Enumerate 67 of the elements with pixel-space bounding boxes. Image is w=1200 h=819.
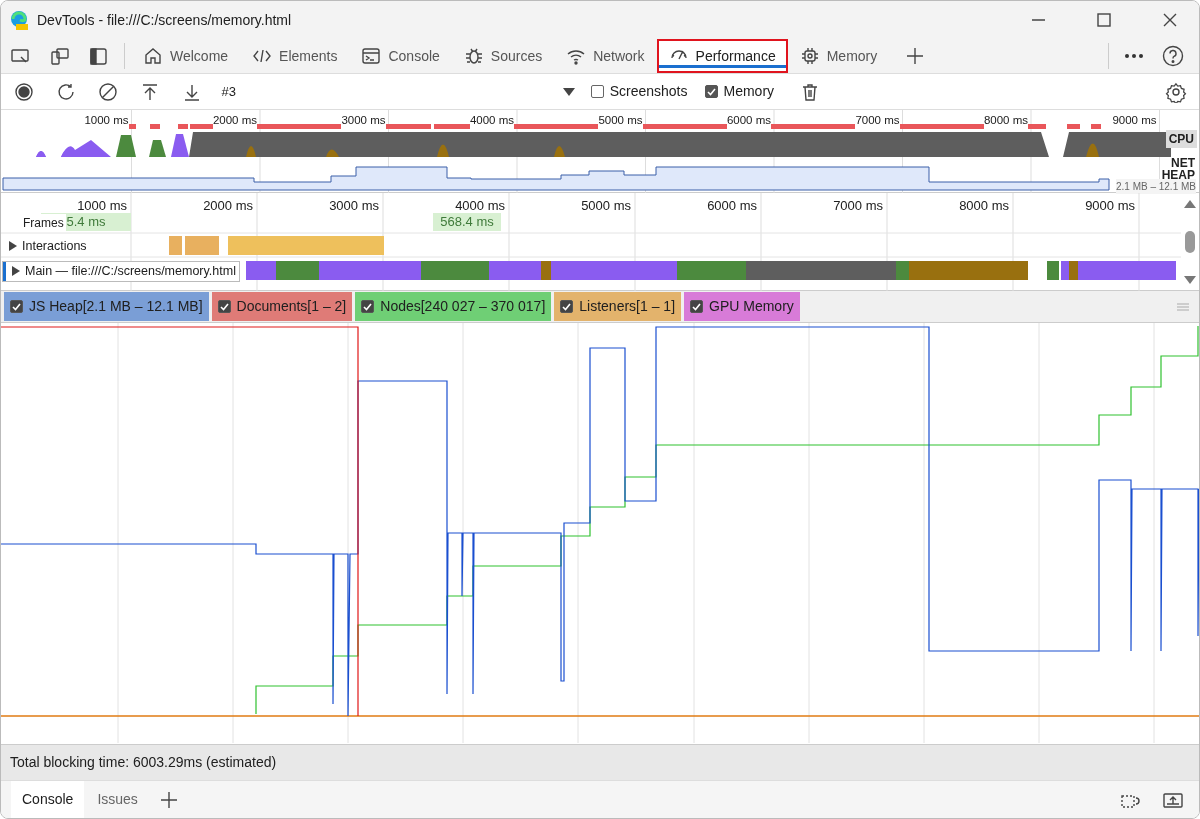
counter-toggle[interactable]: JS Heap[2.1 MB – 12.1 MB] xyxy=(4,292,209,321)
frame-block: 568.4 ms xyxy=(433,213,501,231)
drawer-tab[interactable]: Issues xyxy=(86,781,149,818)
time-ruler-label: 2000 ms xyxy=(203,197,253,215)
recording-label: #3 xyxy=(221,82,236,101)
device-icon xyxy=(49,45,70,67)
counter-toggle[interactable]: GPU Memory xyxy=(684,292,800,321)
time-ruler-label: 6000 ms xyxy=(707,197,757,215)
minimize-icon xyxy=(1031,19,1045,21)
panel-tab[interactable]: Network xyxy=(554,39,657,73)
clear-icon xyxy=(98,81,118,102)
heap-range-label: 2.1 MB – 12.1 MB xyxy=(1115,179,1196,194)
home-icon xyxy=(143,46,163,66)
settings-icon xyxy=(1164,80,1187,103)
time-ruler-label: 1000 ms xyxy=(77,197,127,215)
check-icon xyxy=(11,301,22,312)
time-ruler-label: 9000 ms xyxy=(1085,197,1135,215)
plus-icon xyxy=(904,46,925,66)
dock-side-icon xyxy=(88,45,109,67)
check-icon xyxy=(218,301,230,312)
console-icon xyxy=(361,46,382,66)
upload-icon xyxy=(140,81,160,102)
scrollbar-thumb[interactable] xyxy=(1185,230,1195,253)
time-ruler-label: 4000 ms xyxy=(455,197,505,215)
counter-toggle[interactable]: Listeners[1 – 1] xyxy=(554,292,682,321)
time-ruler-label: 7000 ms xyxy=(833,197,883,215)
counter-toggle[interactable]: Nodes[240 027 – 370 017] xyxy=(355,292,552,321)
time-ruler-label: 8000 ms xyxy=(959,197,1009,215)
checkbox[interactable]: Screenshots xyxy=(590,81,688,102)
panel-tab[interactable]: Console xyxy=(349,39,452,73)
browser-logo-icon xyxy=(9,10,29,30)
expand-triangle-icon xyxy=(9,241,17,252)
drawer-tab[interactable]: Console xyxy=(11,781,85,818)
panel-tab[interactable]: Memory xyxy=(787,39,890,73)
dropdown-caret-icon[interactable] xyxy=(562,87,575,96)
close-icon xyxy=(1163,13,1177,27)
scroll-down-icon[interactable] xyxy=(1184,275,1196,284)
heap-label: NET HEAP xyxy=(1161,157,1195,181)
track-label: Frames xyxy=(21,214,66,232)
check-icon xyxy=(691,301,703,312)
panel-tab[interactable]: Welcome xyxy=(131,39,241,73)
panel-tab[interactable]: Performance xyxy=(656,39,788,73)
move-panel-icon xyxy=(1161,790,1184,809)
time-ruler-label: 5000 ms xyxy=(581,197,631,215)
record-icon xyxy=(14,81,34,102)
drag-handle-icon[interactable] xyxy=(1177,302,1189,311)
reload-icon xyxy=(56,81,76,102)
window-title: DevTools - file:///C:/screens/memory.html xyxy=(37,10,293,30)
status-text: Total blocking time: 6003.29ms (estimated) xyxy=(1,744,1199,780)
check-icon xyxy=(362,301,374,312)
scroll-up-icon[interactable] xyxy=(1184,199,1196,208)
plus-icon xyxy=(159,790,178,809)
track-header[interactable]: Main — file:///C:/screens/memory.html xyxy=(3,262,239,281)
check-icon xyxy=(705,86,717,97)
counter-toggle[interactable]: Documents[1 – 2] xyxy=(211,292,353,321)
more-icon xyxy=(1123,53,1144,59)
bug-icon xyxy=(463,46,484,66)
maximize-icon xyxy=(1097,13,1111,27)
panel-tab[interactable]: Sources xyxy=(451,39,555,73)
checkbox[interactable]: Memory xyxy=(704,81,775,102)
expand-triangle-icon xyxy=(12,266,20,277)
chip-icon xyxy=(799,46,820,66)
panel-tab[interactable]: Elements xyxy=(240,39,350,73)
check-icon xyxy=(561,301,573,312)
cpu-label: CPU xyxy=(1165,130,1197,148)
help-icon xyxy=(1161,45,1184,67)
time-ruler-label: 3000 ms xyxy=(329,197,379,215)
